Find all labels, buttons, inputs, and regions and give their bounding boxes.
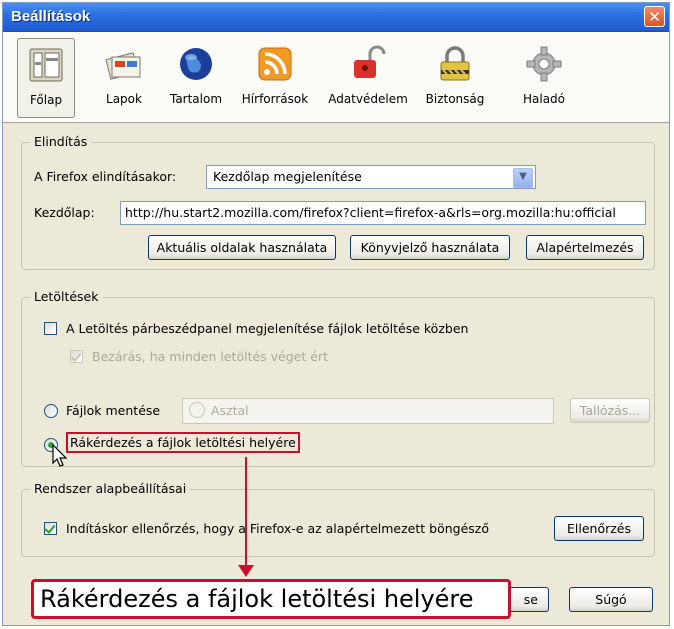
home-page-value: http://hu.start2.mozilla.com/firefox?cli…	[125, 205, 616, 220]
startup-when-label: A Firefox elindításakor:	[34, 169, 177, 184]
system-group-title: Rendszer alapbeállításai	[30, 481, 191, 496]
tab-privacy[interactable]: Adatvédelem	[323, 38, 413, 118]
show-downloads-label: A Letöltés párbeszédpanel megjelenítése …	[66, 321, 469, 336]
zoom-callout-text: Rákérdezés a fájlok letöltési helyére	[40, 585, 474, 613]
check-now-button[interactable]: Ellenőrzés	[554, 516, 644, 541]
save-files-radio[interactable]	[44, 404, 58, 418]
close-when-done-label: Bezárás, ha minden letöltés véget ért	[92, 349, 328, 364]
startup-group: Elindítás A Firefox elindításakor: Kezdő…	[21, 134, 655, 270]
check-default-browser-label: Indításkor ellenőrzés, hogy a Firefox-e …	[66, 521, 490, 536]
tabs-icon	[104, 44, 144, 84]
close-button[interactable]: ✕	[644, 6, 665, 27]
help-button[interactable]: Súgó	[569, 587, 653, 612]
tab-advanced-label: Haladó	[522, 92, 566, 106]
tab-content-label: Tartalom	[169, 92, 223, 106]
zoom-callout: Rákérdezés a fájlok letöltési helyére	[31, 579, 511, 619]
restore-default-button[interactable]: Alapértelmezés	[526, 235, 644, 260]
tab-tabs-label: Lapok	[106, 92, 142, 106]
downloads-group-title: Letöltések	[30, 289, 103, 304]
privacy-icon	[348, 44, 388, 84]
home-page-label: Kezdőlap:	[34, 205, 95, 220]
content-icon	[176, 44, 216, 84]
mouse-cursor-icon	[52, 443, 68, 471]
home-page-input[interactable]: http://hu.start2.mozilla.com/firefox?cli…	[120, 201, 646, 225]
close-icon: ✕	[648, 8, 661, 26]
tab-content[interactable]: Tartalom	[159, 38, 233, 118]
settings-toolbar: Főlap Lapok Tartalom Hírforrások Adatvéd…	[3, 32, 669, 123]
save-folder-value: Asztal	[211, 403, 249, 418]
ask-location-label: Rákérdezés a fájlok letöltési helyére	[66, 432, 300, 453]
chevron-down-icon: ▼	[513, 168, 533, 188]
use-current-pages-button[interactable]: Aktuális oldalak használata	[148, 235, 336, 260]
startup-select-value: Kezdőlap megjelenítése	[213, 169, 362, 184]
close-when-done-checkbox[interactable]	[70, 350, 83, 363]
use-bookmark-button[interactable]: Könyvjelző használata	[350, 235, 510, 260]
tab-main-label: Főlap	[29, 93, 63, 107]
settings-dialog: Beállítások ✕ Főlap Lapok Tartalom Hírfo…	[2, 2, 670, 626]
browse-button[interactable]: Tallózás...	[570, 398, 650, 423]
downloads-group: Letöltések A Letöltés párbeszédpanel meg…	[21, 289, 655, 467]
window-title: Beállítások	[11, 8, 91, 25]
folder-icon	[189, 402, 205, 418]
callout-arrow-head-icon	[238, 565, 254, 577]
system-defaults-group: Rendszer alapbeállításai Indításkor elle…	[21, 481, 655, 557]
feeds-icon	[255, 44, 295, 84]
startup-group-title: Elindítás	[30, 134, 92, 149]
tab-main[interactable]: Főlap	[17, 38, 75, 118]
check-default-browser-checkbox[interactable]	[44, 522, 57, 535]
tab-feeds[interactable]: Hírforrások	[233, 38, 317, 118]
tab-security-label: Biztonság	[425, 92, 485, 106]
main-icon	[26, 45, 66, 85]
save-files-label: Fájlok mentése	[66, 403, 161, 418]
advanced-icon	[524, 44, 564, 84]
tab-feeds-label: Hírforrások	[241, 92, 309, 106]
tab-advanced[interactable]: Haladó	[507, 38, 581, 118]
tab-tabs[interactable]: Lapok	[87, 38, 161, 118]
callout-arrow-line	[245, 457, 247, 569]
title-bar: Beállítások ✕	[3, 3, 669, 32]
startup-select[interactable]: Kezdőlap megjelenítése ▼	[206, 165, 536, 189]
show-downloads-checkbox[interactable]	[44, 322, 57, 335]
tab-privacy-label: Adatvédelem	[328, 92, 408, 106]
close-button-footer-label: se	[523, 592, 538, 607]
tab-security[interactable]: Biztonság	[415, 38, 495, 118]
save-folder-field[interactable]: Asztal	[182, 398, 554, 424]
security-icon	[435, 44, 475, 84]
